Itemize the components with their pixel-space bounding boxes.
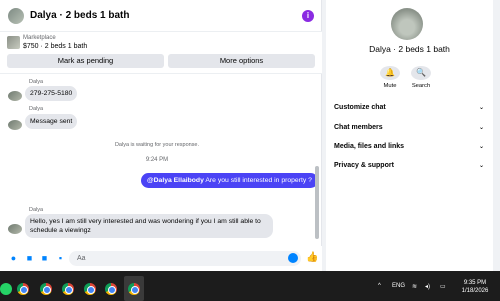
avatar bbox=[8, 120, 22, 130]
section-label: Privacy & support bbox=[334, 162, 394, 169]
messenger-window: Dalya · 2 beds 1 bath i Marketplace $750… bbox=[0, 0, 500, 301]
chrome-icon[interactable] bbox=[105, 283, 117, 295]
message-bubble[interactable]: Hello, yes I am still very interested an… bbox=[25, 214, 273, 238]
outgoing-message[interactable]: @Dalya Ellaibody Are you still intereste… bbox=[141, 173, 318, 188]
wifi-icon[interactable]: ≋ bbox=[412, 283, 417, 290]
section-media-files-links[interactable]: Media, files and links ⌄ bbox=[334, 143, 484, 150]
listing-price: $750 · 2 beds 1 bath bbox=[23, 43, 88, 50]
chevron-up-icon[interactable]: ^ bbox=[378, 283, 381, 289]
mark-as-pending-button[interactable]: Mark as pending bbox=[7, 54, 164, 68]
listing-thumbnail bbox=[7, 36, 20, 49]
gallery-icon[interactable]: ■ bbox=[25, 253, 34, 263]
avatar bbox=[8, 224, 22, 234]
waiting-note: Dalya is waiting for your response. bbox=[114, 142, 200, 148]
chat-scrollbar[interactable] bbox=[314, 74, 319, 246]
clock-time: 9:35 PM bbox=[463, 280, 487, 286]
like-icon[interactable]: 👍 bbox=[306, 252, 318, 263]
chrome-icon[interactable] bbox=[40, 283, 52, 295]
system-clock[interactable]: 9:35 PM 1/18/2026 bbox=[455, 279, 495, 295]
section-chat-members[interactable]: Chat members ⌄ bbox=[334, 124, 484, 131]
section-label: Chat members bbox=[334, 124, 383, 131]
info-pane bbox=[326, 0, 493, 271]
chrome-icon[interactable] bbox=[62, 283, 74, 295]
chat-header: Dalya · 2 beds 1 bath i bbox=[0, 0, 322, 32]
gif-icon[interactable]: ▪ bbox=[56, 253, 65, 263]
section-label: Media, files and links bbox=[334, 143, 405, 150]
chat-title[interactable]: Dalya · 2 beds 1 bath bbox=[30, 10, 129, 21]
timestamp: 9:24 PM bbox=[145, 157, 169, 163]
section-customize-chat[interactable]: Customize chat ⌄ bbox=[334, 104, 484, 111]
chevron-down-icon: ⌄ bbox=[478, 144, 484, 150]
avatar bbox=[8, 91, 22, 101]
search-label[interactable]: Search bbox=[406, 83, 436, 89]
battery-icon[interactable]: ▭ bbox=[440, 283, 446, 290]
chevron-down-icon: ⌄ bbox=[478, 105, 484, 111]
chrome-icon[interactable] bbox=[17, 283, 29, 295]
clock-date: 1/18/2026 bbox=[461, 288, 489, 294]
scroll-thumb[interactable] bbox=[315, 166, 319, 239]
language-indicator[interactable]: ENG bbox=[392, 283, 405, 289]
chrome-icon[interactable] bbox=[84, 283, 96, 295]
message-sender: Dalya bbox=[29, 79, 44, 85]
whatsapp-icon[interactable] bbox=[0, 283, 12, 295]
listing-source: Marketplace bbox=[23, 35, 56, 41]
mute-label[interactable]: Mute bbox=[375, 83, 405, 89]
info-name: Dalya · 2 beds 1 bath bbox=[369, 44, 450, 54]
message-input[interactable]: Aa bbox=[69, 251, 301, 266]
message-bubble[interactable]: Message sent bbox=[25, 114, 78, 129]
chevron-down-icon: ⌄ bbox=[478, 163, 484, 169]
message-bubble[interactable]: 279-275-5180 bbox=[25, 86, 78, 101]
emoji-icon[interactable] bbox=[288, 253, 298, 263]
section-label: Customize chat bbox=[334, 104, 386, 111]
mute-icon[interactable]: 🔔 bbox=[380, 66, 400, 80]
section-privacy-support[interactable]: Privacy & support ⌄ bbox=[334, 162, 484, 169]
info-icon[interactable]: i bbox=[302, 10, 314, 22]
chrome-icon[interactable] bbox=[128, 283, 140, 295]
volume-icon[interactable]: ◂) bbox=[425, 283, 430, 290]
profile-photo[interactable] bbox=[391, 8, 423, 40]
chevron-down-icon: ⌄ bbox=[478, 125, 484, 131]
search-icon[interactable]: 🔍 bbox=[411, 66, 431, 80]
mention[interactable]: @Dalya Ellaibody bbox=[147, 177, 204, 184]
sticker-icon[interactable]: ■ bbox=[40, 253, 49, 263]
outgoing-text: Are you still interested in property ? bbox=[203, 177, 312, 184]
contact-avatar[interactable] bbox=[8, 7, 24, 24]
message-sender: Dalya bbox=[29, 106, 44, 112]
message-sender: Dalya bbox=[29, 207, 44, 213]
more-options-button[interactable]: More options bbox=[168, 54, 315, 68]
microphone-icon[interactable]: ● bbox=[9, 253, 18, 263]
